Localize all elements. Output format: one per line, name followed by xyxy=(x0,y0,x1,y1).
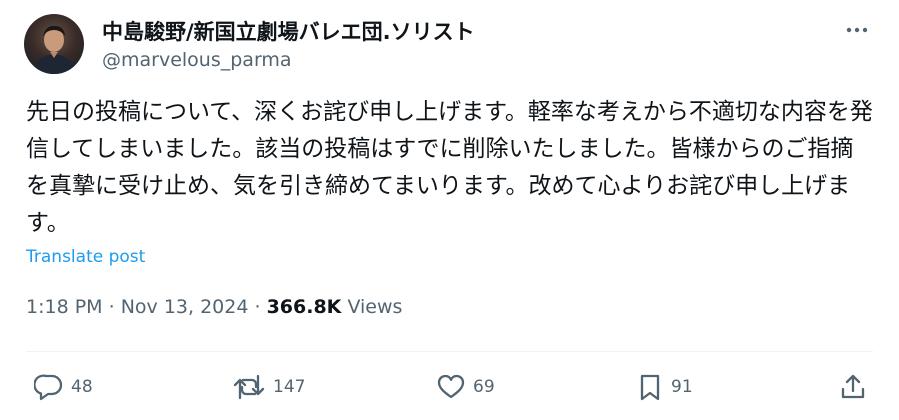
share-button[interactable] xyxy=(839,372,867,402)
author-display-name[interactable]: 中島駿野/新国立劇場バレエ団.ソリスト xyxy=(102,16,475,46)
bookmark-button[interactable]: 91 xyxy=(636,372,693,402)
reply-button[interactable]: 48 xyxy=(34,372,93,402)
post-time[interactable]: 1:18 PM xyxy=(26,296,103,318)
translate-post-link[interactable]: Translate post xyxy=(26,247,145,267)
meta-separator: · xyxy=(108,296,115,318)
more-options-button[interactable] xyxy=(841,18,873,42)
repost-icon xyxy=(233,374,265,400)
reply-count: 48 xyxy=(71,377,93,397)
post-meta: 1:18 PM · Nov 13, 2024 · 366.8K Views xyxy=(26,296,402,318)
views-count: 366.8K xyxy=(266,296,342,318)
divider xyxy=(26,351,873,352)
post-text: 先日の投稿について、深くお詫び申し上げます。軽率な考えから不適切な内容を発信して… xyxy=(26,99,873,236)
share-icon xyxy=(841,374,865,399)
bookmark-count: 91 xyxy=(671,377,693,397)
like-button[interactable]: 69 xyxy=(436,372,495,402)
reply-icon xyxy=(34,374,63,401)
action-bar: 48 147 69 91 xyxy=(0,372,899,402)
repost-button[interactable]: 147 xyxy=(232,372,305,402)
views-label: Views xyxy=(347,296,403,318)
post-date[interactable]: Nov 13, 2024 xyxy=(121,296,249,318)
avatar[interactable] xyxy=(24,14,84,74)
like-count: 69 xyxy=(473,377,495,397)
more-horizontal-icon xyxy=(846,27,868,33)
meta-separator: · xyxy=(254,296,261,318)
repost-count: 147 xyxy=(273,377,306,397)
author-handle[interactable]: @marvelous_parma xyxy=(102,49,292,71)
bookmark-icon xyxy=(640,374,660,401)
heart-icon xyxy=(437,374,465,399)
